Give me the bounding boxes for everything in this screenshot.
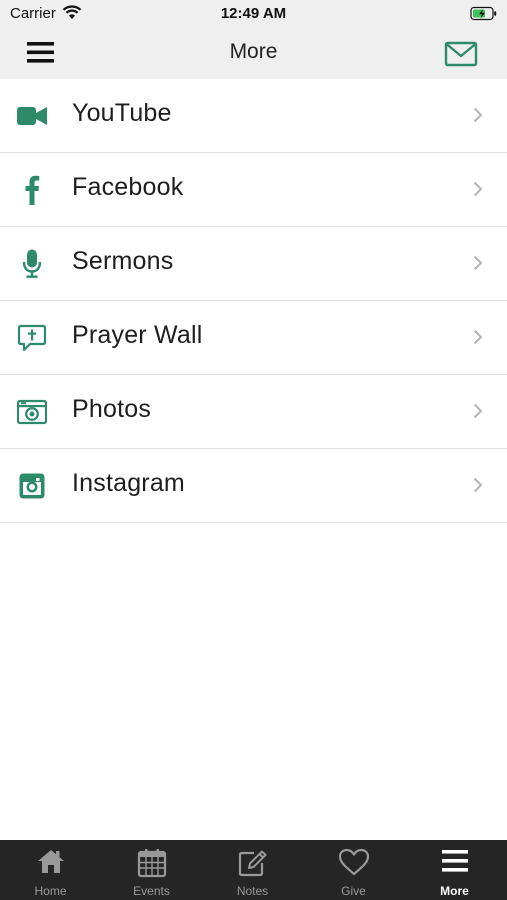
status-time: 12:49 AM: [220, 5, 287, 22]
tab-label: Notes: [236, 884, 269, 898]
menu-item-label: Sermons: [72, 247, 174, 275]
nav-bar: More: [0, 28, 507, 79]
tab-events[interactable]: Events: [101, 840, 202, 900]
menu-item-label: Instagram: [72, 469, 185, 497]
tab-bar: Home Events Notes Give More: [0, 840, 507, 900]
menu-item-photos[interactable]: Photos: [0, 375, 507, 449]
more-menu-icon: [404, 848, 505, 878]
tab-give[interactable]: Give: [303, 840, 404, 900]
tab-more[interactable]: More: [404, 840, 505, 900]
menu-item-label: Facebook: [72, 173, 184, 201]
hamburger-menu-icon[interactable]: [26, 40, 56, 66]
tab-label: More: [440, 884, 469, 898]
chevron-right-icon: [473, 477, 483, 493]
mail-icon[interactable]: [444, 40, 478, 68]
chevron-right-icon: [473, 403, 483, 419]
menu-item-youtube[interactable]: YouTube: [0, 79, 507, 153]
status-bar: Carrier 12:49 AM: [0, 0, 507, 28]
tab-label: Events: [133, 884, 170, 898]
tab-label: Give: [341, 884, 366, 898]
menu-item-prayer-wall[interactable]: Prayer Wall: [0, 301, 507, 375]
instagram-icon: [17, 471, 47, 501]
calendar-icon: [101, 848, 202, 878]
chevron-right-icon: [473, 181, 483, 197]
tab-home[interactable]: Home: [0, 840, 101, 900]
video-camera-icon: [17, 101, 47, 131]
menu-item-sermons[interactable]: Sermons: [0, 227, 507, 301]
page-title: More: [229, 40, 278, 63]
tab-label: Home: [34, 884, 67, 898]
prayer-bubble-icon: [17, 323, 47, 353]
camera-icon: [17, 397, 47, 427]
chevron-right-icon: [473, 329, 483, 345]
heart-icon: [303, 848, 404, 878]
chevron-right-icon: [473, 107, 483, 123]
home-icon: [0, 848, 101, 878]
battery-charging-icon: [470, 6, 497, 21]
menu-item-facebook[interactable]: Facebook: [0, 153, 507, 227]
menu-item-label: YouTube: [72, 99, 172, 127]
menu-item-label: Prayer Wall: [72, 321, 203, 349]
microphone-icon: [17, 249, 47, 279]
menu-item-label: Photos: [72, 395, 152, 423]
menu-item-instagram[interactable]: Instagram: [0, 449, 507, 523]
notes-edit-icon: [202, 848, 303, 878]
facebook-icon: [17, 175, 47, 205]
tab-notes[interactable]: Notes: [202, 840, 303, 900]
menu-list: YouTube Facebook Sermons Prayer Wall Pho…: [0, 79, 507, 523]
chevron-right-icon: [473, 255, 483, 271]
